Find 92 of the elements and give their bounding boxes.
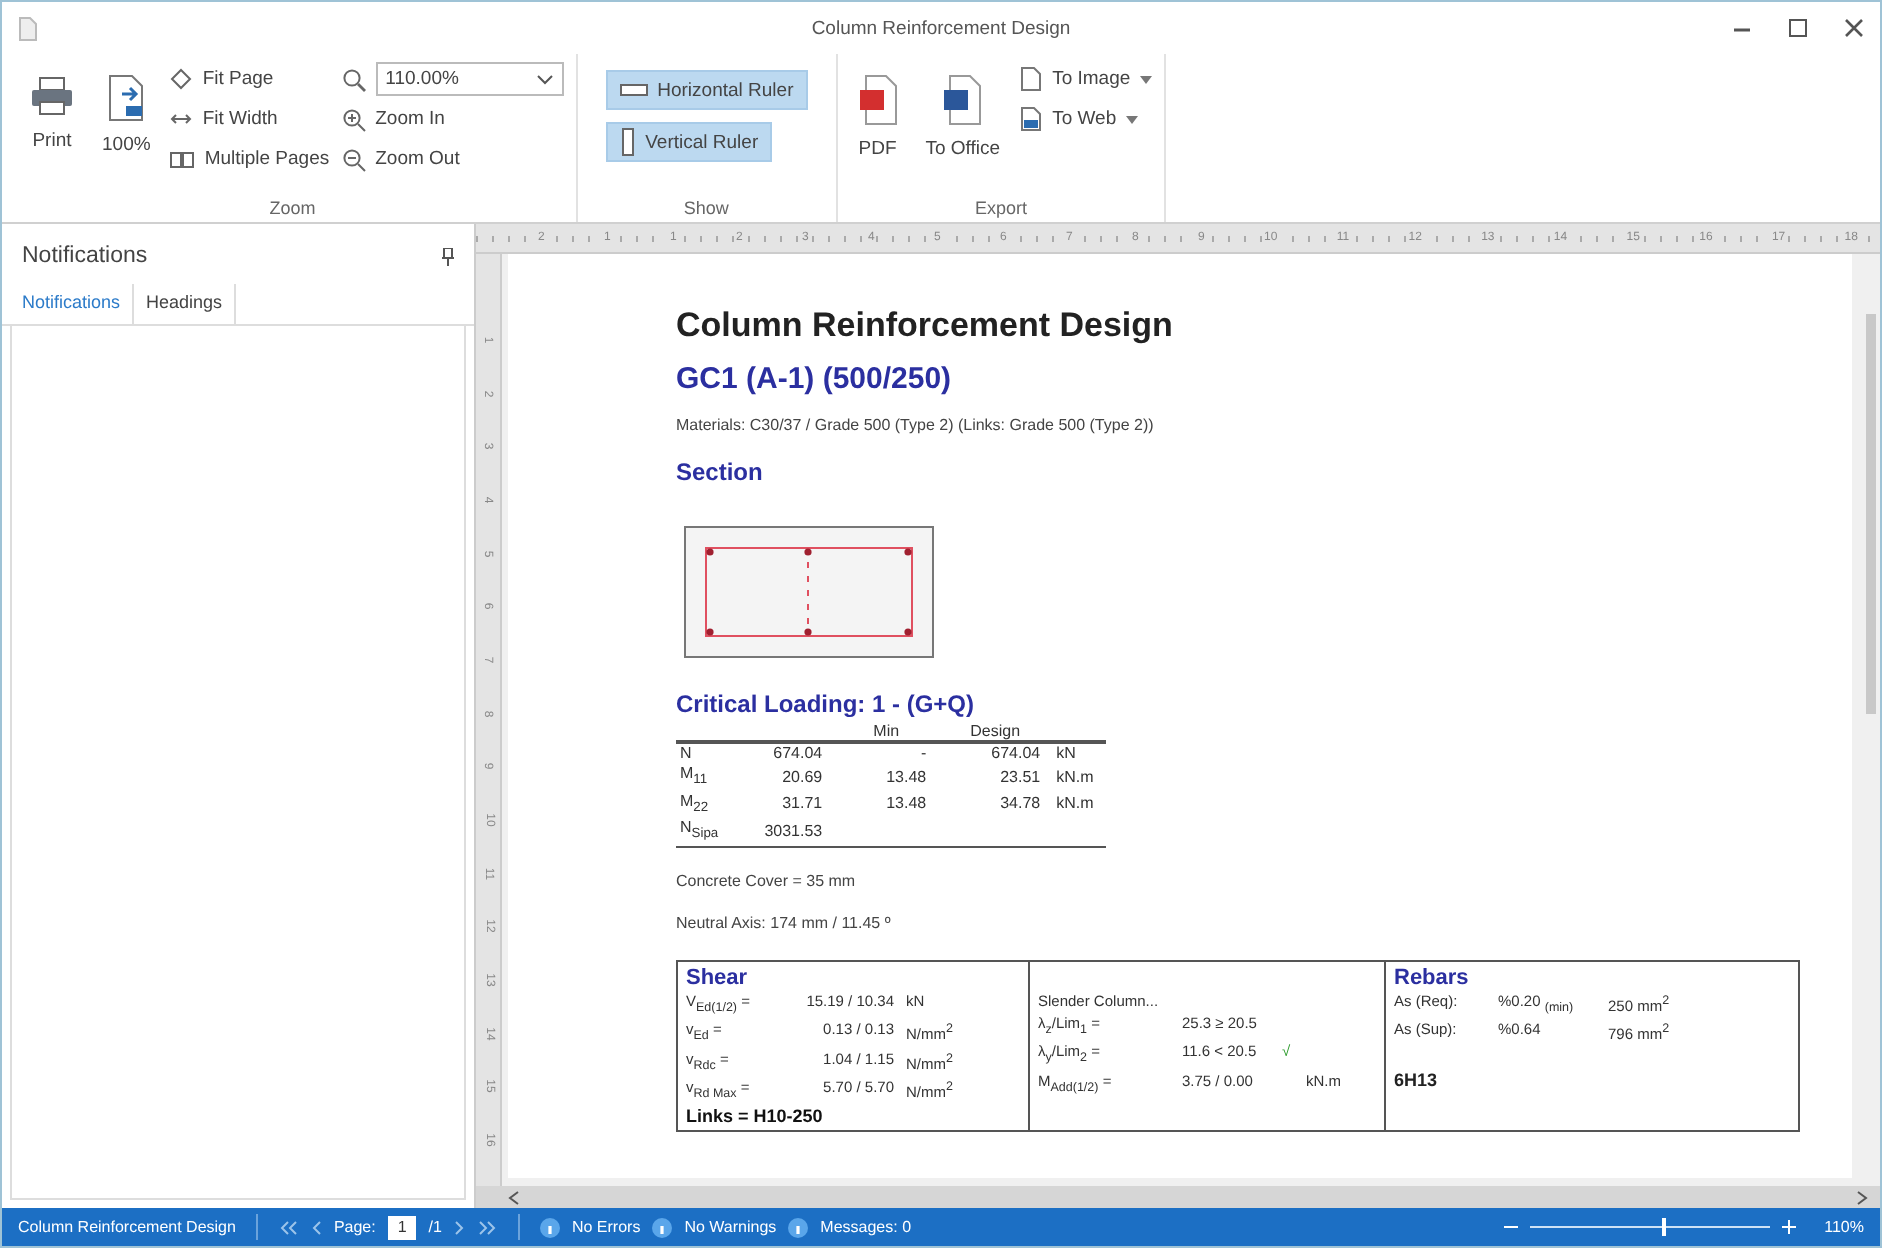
vertical-ruler-icon xyxy=(619,128,636,156)
to-image-button[interactable]: To Image xyxy=(1020,62,1153,96)
zoom-slider-thumb[interactable] xyxy=(1662,1218,1667,1236)
print-button[interactable]: Print xyxy=(22,62,82,152)
pdf-file-icon xyxy=(857,74,898,126)
table-cell: 674.04 xyxy=(991,744,1041,762)
document-icon xyxy=(18,15,38,41)
table-cell: - xyxy=(920,744,927,762)
pages-icon xyxy=(170,149,195,169)
table-cell: 3031.53 xyxy=(730,818,835,847)
actual-size-button[interactable]: 100% xyxy=(94,62,159,156)
zoom-out-button[interactable]: Zoom Out xyxy=(341,142,564,176)
panel-title: Notifications xyxy=(22,244,148,268)
table-cell: N xyxy=(676,742,731,764)
section-heading: Section xyxy=(676,458,765,486)
panel-tab[interactable]: Headings xyxy=(134,284,237,324)
report-subtitle: GC1 (A-1) (500/250) xyxy=(676,362,954,396)
page-total: /1 xyxy=(428,1218,442,1236)
search-icon xyxy=(341,67,366,91)
report-title: Column Reinforcement Design xyxy=(676,306,1175,346)
to-web-button[interactable]: To Web xyxy=(1020,102,1153,136)
table-cell: 13.48 xyxy=(886,794,927,813)
chevron-icon xyxy=(535,73,554,85)
column-header: Design xyxy=(938,722,1053,742)
status-document: Column Reinforcement Design xyxy=(18,1218,236,1236)
zoom-in-button[interactable]: Zoom In xyxy=(341,102,564,136)
caret-icon xyxy=(1126,115,1139,123)
horizontal-ruler-icon xyxy=(619,82,648,98)
table-cell: kN.m xyxy=(1056,794,1094,813)
multiple-pages-button[interactable]: Multiple Pages xyxy=(170,142,330,176)
pdf-button[interactable]: PDF xyxy=(849,62,906,160)
diamond-icon xyxy=(170,68,193,90)
loading-heading: Critical Loading: 1 - (G+Q) xyxy=(676,690,977,718)
fit-page-button[interactable]: Fit Page xyxy=(170,62,330,96)
maximize-icon[interactable] xyxy=(1788,18,1808,38)
ruler-toggle[interactable]: Horizontal Ruler xyxy=(605,70,808,110)
to-office-button[interactable]: To Office xyxy=(917,62,1009,160)
zoom-out-icon xyxy=(341,147,366,171)
caret-icon xyxy=(1140,75,1153,83)
materials-text: Materials: C30/37 / Grade 500 (Type 2) (Links: Grade 500 (Type 2)) xyxy=(676,416,1156,434)
previous-page-icon[interactable] xyxy=(309,1219,322,1235)
table-cell-text: M$_{22}$ xyxy=(678,791,711,819)
group-label: Show xyxy=(683,198,729,218)
printer-icon xyxy=(30,74,74,118)
panel-tab[interactable]: Notifications xyxy=(10,284,135,324)
scroll-left-icon[interactable] xyxy=(508,1189,520,1205)
page-label: Page: xyxy=(333,1218,376,1236)
horizontal-scrollbar[interactable] xyxy=(476,1186,1880,1208)
errors-status: No Errors xyxy=(571,1218,641,1236)
cover-text: Concrete Cover = 35 mm xyxy=(676,871,858,890)
close-icon[interactable] xyxy=(1844,18,1864,38)
table-cell-text: 20.69 xyxy=(780,765,825,790)
word-file-icon xyxy=(942,74,983,126)
fit-width-button[interactable]: Fit Width xyxy=(170,102,330,136)
next-page-icon[interactable] xyxy=(453,1219,466,1235)
info-icon xyxy=(539,1217,560,1237)
minus-icon[interactable] xyxy=(1504,1220,1519,1234)
warnings-status: No Warnings xyxy=(684,1218,777,1236)
page-arrow-icon xyxy=(106,74,147,122)
table-cell: N$_{Sipa}$ xyxy=(676,818,731,847)
zoom-in-icon xyxy=(341,107,366,131)
pin-icon[interactable] xyxy=(442,247,454,265)
group-label: Zoom xyxy=(269,198,316,218)
zoom-dropdown[interactable]: 110.00% xyxy=(375,62,564,96)
rebars-heading: Rebars xyxy=(1394,965,1471,990)
neutral-axis-text: Neutral Axis: 174 mm / 11.45 º xyxy=(676,913,893,932)
table-cell-text: 31.71 xyxy=(780,792,825,817)
table-cell: kN xyxy=(1056,744,1076,762)
info-icon xyxy=(652,1217,673,1237)
info-icon xyxy=(788,1217,809,1237)
plus-icon[interactable] xyxy=(1782,1220,1797,1234)
table-cell: 13.48 xyxy=(886,767,927,786)
column-header: Min xyxy=(834,722,939,742)
zoom-percent: 110% xyxy=(1824,1218,1864,1236)
table-cell: kN.m xyxy=(1056,767,1094,786)
file-icon xyxy=(1020,66,1043,92)
scroll-right-icon[interactable] xyxy=(1856,1189,1868,1205)
file-icon xyxy=(1020,106,1043,132)
last-page-icon[interactable] xyxy=(477,1219,498,1235)
messages-status: Messages: 0 xyxy=(820,1218,912,1236)
page-field[interactable]: 1 xyxy=(387,1215,417,1239)
table-cell: 34.78 xyxy=(1000,794,1041,813)
shear-heading: Shear xyxy=(686,965,750,990)
first-page-icon[interactable] xyxy=(277,1219,298,1235)
table-cell: 674.04 xyxy=(730,742,835,764)
window-title: Column Reinforcement Design xyxy=(811,17,1071,39)
links-text: Links = H10-250 xyxy=(686,1105,825,1126)
group-label: Export xyxy=(974,198,1027,218)
bars-text: 6H13 xyxy=(1394,1069,1440,1090)
table-cell: 23.51 xyxy=(1000,767,1041,786)
table-cell-text: M$_{11}$ xyxy=(678,764,710,792)
ruler-toggle[interactable]: Vertical Ruler xyxy=(605,122,773,162)
